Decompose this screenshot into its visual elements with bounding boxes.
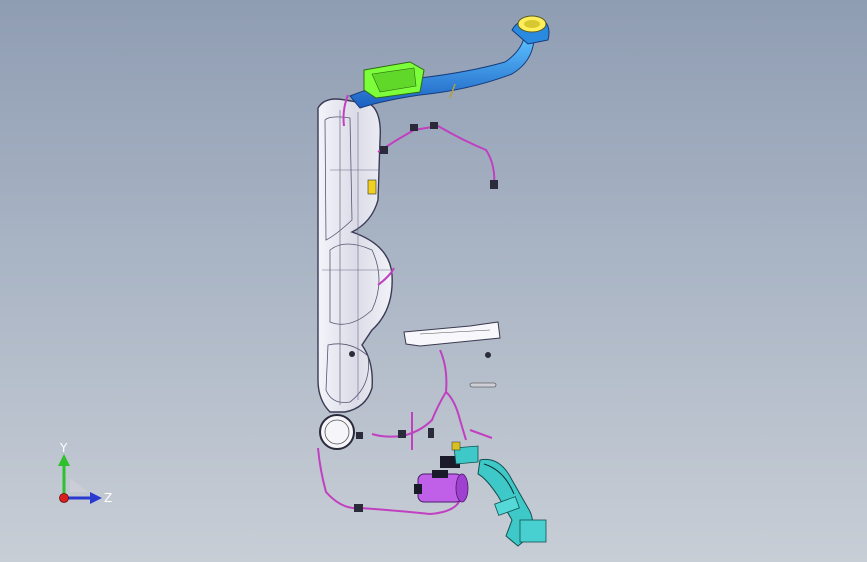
triad-grey-plane [70, 478, 88, 492]
heat-shield-bracket[interactable] [403, 321, 501, 347]
triad-z-label: Z [104, 491, 112, 505]
cad-viewport[interactable] [0, 0, 867, 562]
retainer-rod [469, 382, 497, 388]
triad-y-label: Y [59, 441, 68, 455]
triad-z-axis [64, 492, 102, 504]
canister-bracket[interactable] [363, 61, 425, 99]
fuel-tank[interactable] [317, 98, 393, 413]
triad-y-axis [58, 454, 70, 498]
triad-origin [59, 493, 69, 503]
coordinate-triad: Y Z [58, 441, 112, 505]
evap-canister[interactable] [414, 470, 469, 503]
tank-port-ring[interactable] [319, 414, 355, 450]
